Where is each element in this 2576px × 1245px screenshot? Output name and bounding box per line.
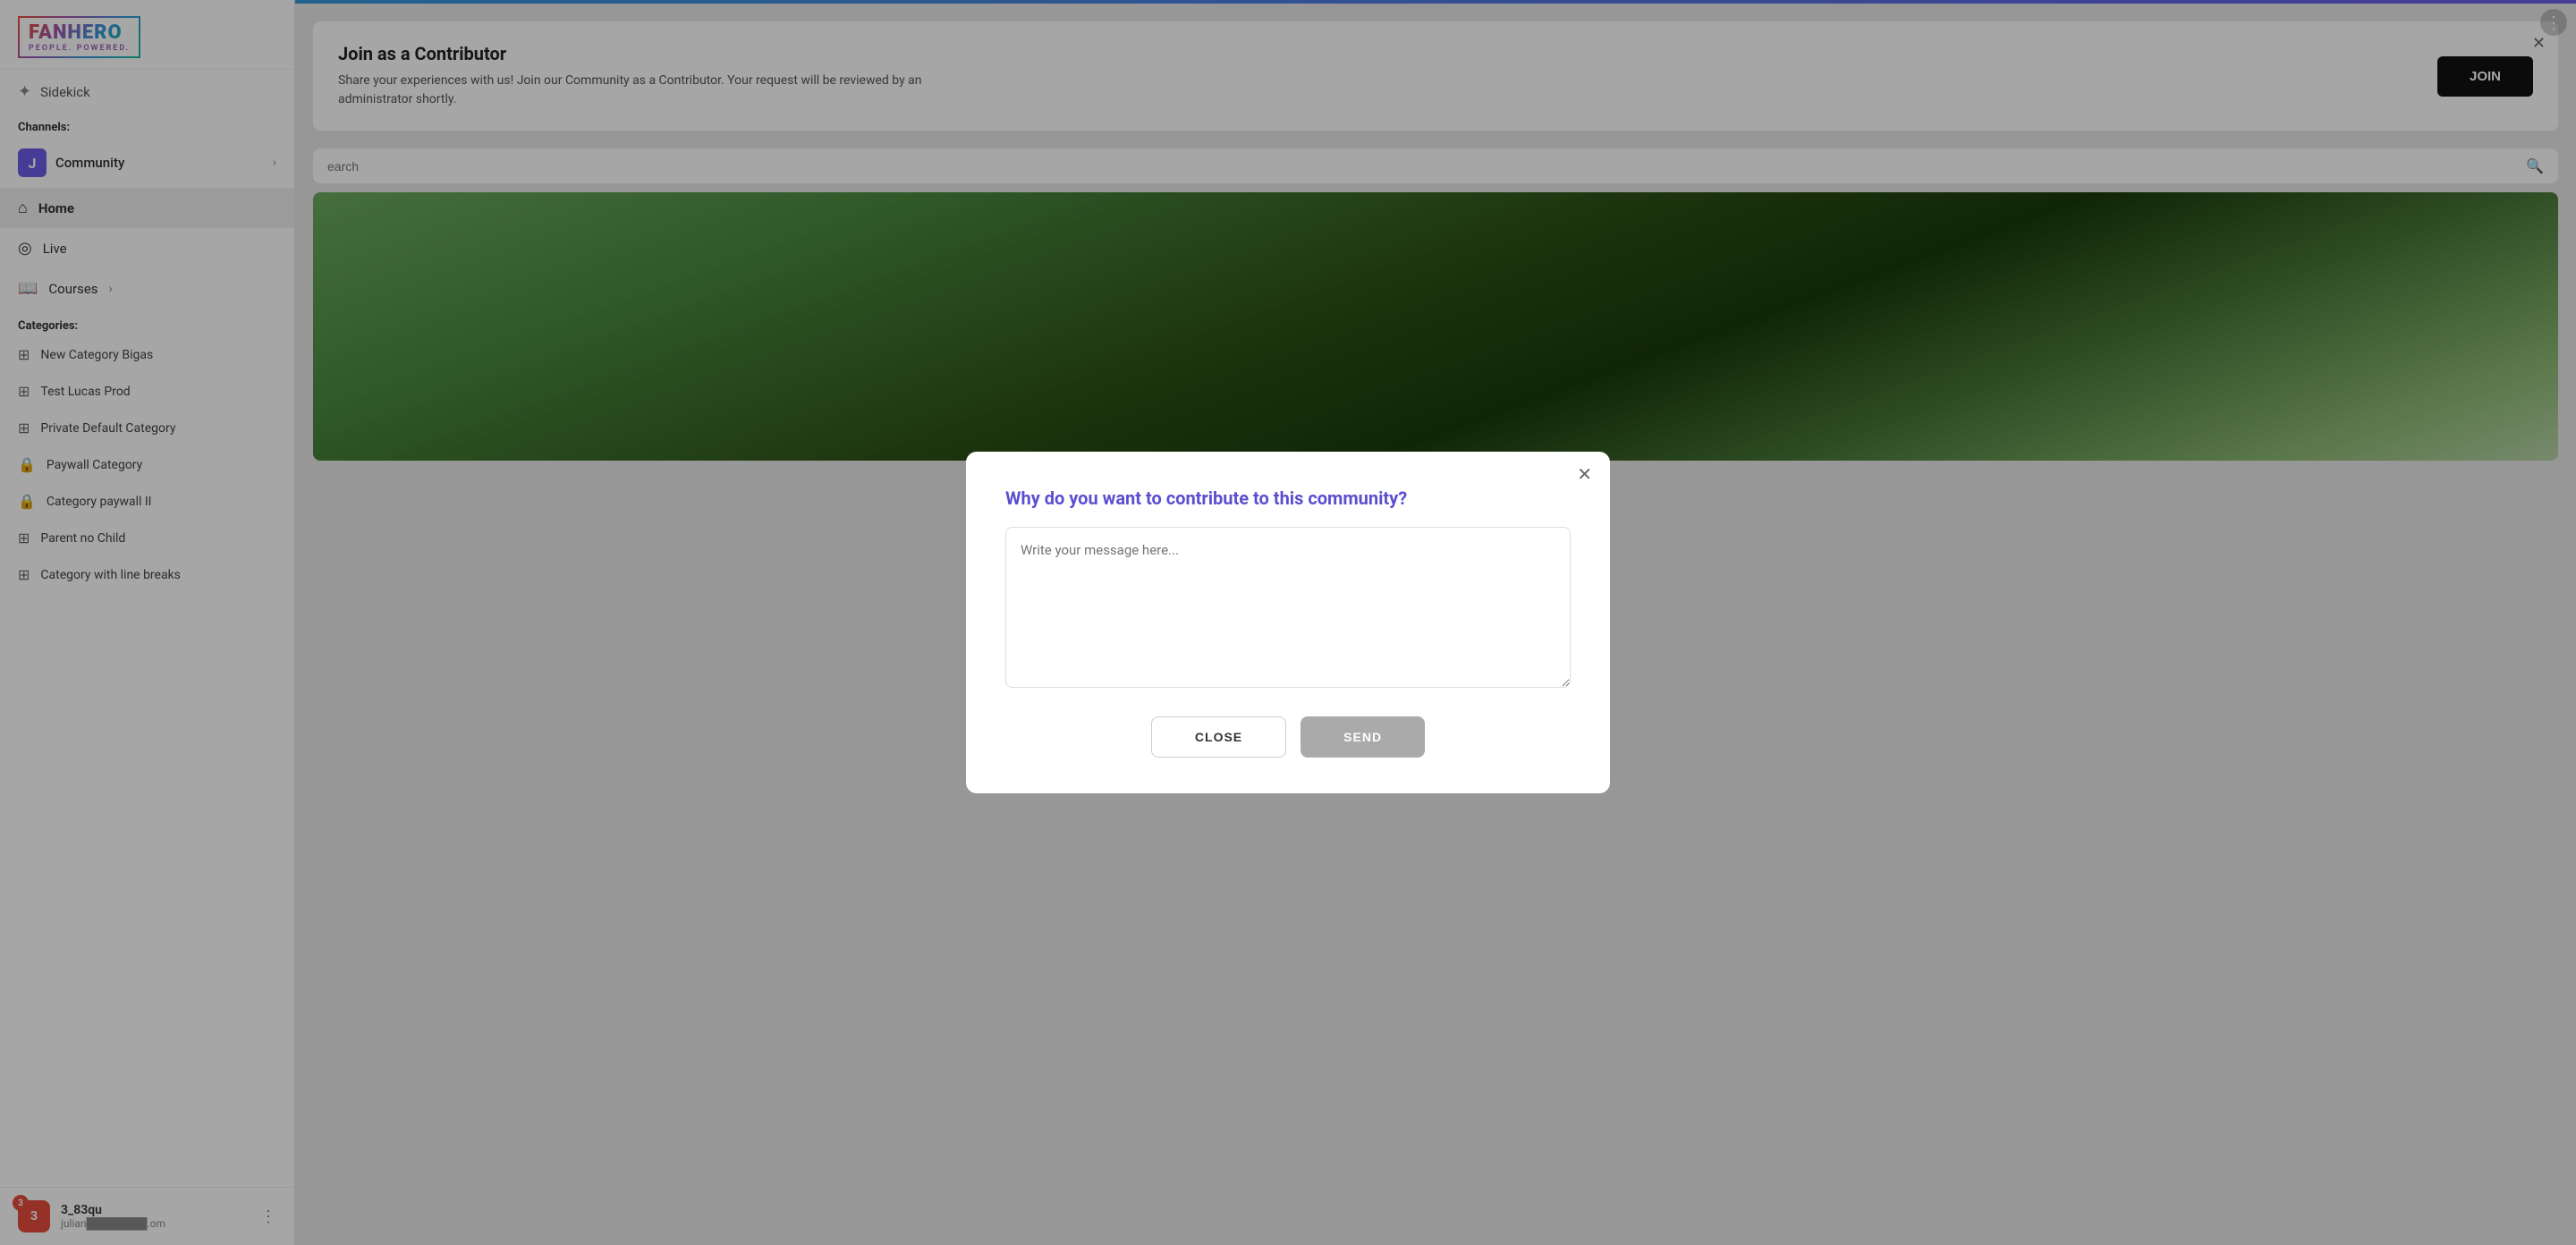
send-button[interactable]: SEND [1301, 716, 1425, 758]
close-button[interactable]: CLOSE [1151, 716, 1286, 758]
modal-close-button[interactable]: ✕ [1577, 466, 1592, 484]
contribute-modal: ✕ Why do you want to contribute to this … [966, 452, 1610, 793]
modal-title: Why do you want to contribute to this co… [1005, 487, 1571, 509]
message-textarea[interactable] [1005, 527, 1571, 688]
modal-overlay: ✕ Why do you want to contribute to this … [0, 0, 2576, 1245]
modal-actions: CLOSE SEND [1005, 716, 1571, 758]
